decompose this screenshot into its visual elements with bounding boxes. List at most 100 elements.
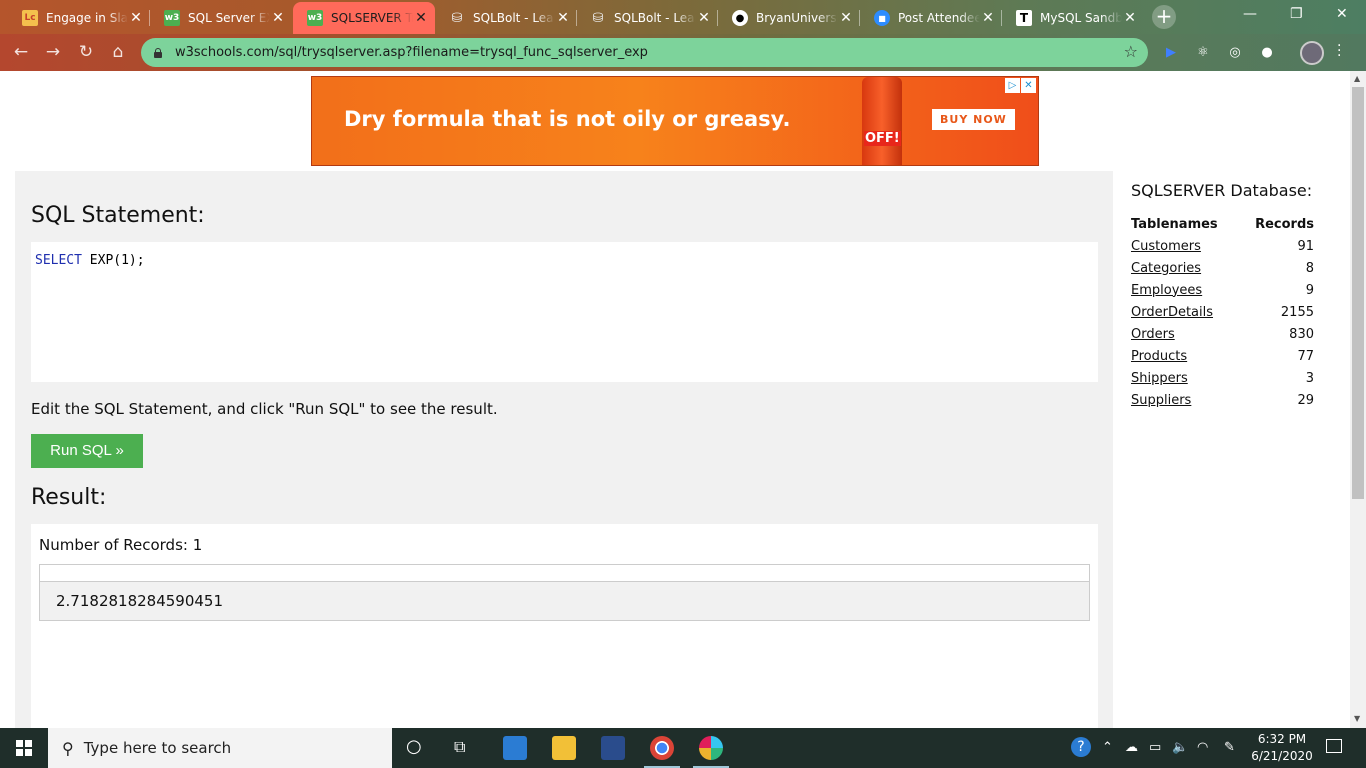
table-row: Categories 8 xyxy=(1131,257,1314,279)
table-row: Orders 830 xyxy=(1131,323,1314,345)
table-link-shippers[interactable]: Shippers xyxy=(1131,371,1188,386)
pen-icon[interactable]: ✎ xyxy=(1224,740,1235,755)
back-icon[interactable]: ← xyxy=(10,41,32,63)
table-row: Products 77 xyxy=(1131,345,1314,367)
camera-extension-icon[interactable]: ▶ xyxy=(1162,44,1180,62)
sql-editor[interactable]: SELECT EXP(1); xyxy=(31,242,1098,382)
new-tab-button[interactable]: + xyxy=(1152,5,1176,29)
close-icon[interactable]: ✕ xyxy=(696,10,712,26)
product-can-image: OFF! xyxy=(862,77,902,165)
clock-time: 6:32 PM xyxy=(1257,732,1307,746)
table-link-orderdetails[interactable]: OrderDetails xyxy=(1131,305,1213,320)
record-count-cell: 8 xyxy=(1305,260,1314,276)
file-explorer-icon[interactable] xyxy=(552,736,576,760)
w3schools-icon: w3 xyxy=(164,10,180,26)
url-text: w3schools.com/sql/trysqlserver.asp?filen… xyxy=(175,45,648,60)
close-icon[interactable]: ✕ xyxy=(1122,10,1138,26)
ad-banner[interactable]: Dry formula that is not oily or greasy. … xyxy=(311,76,1039,166)
tab-slack[interactable]: Lc Engage in Slack ✕ xyxy=(8,2,150,34)
system-clock[interactable]: 6:32 PM 6/21/2020 xyxy=(1250,731,1314,765)
taskbar-search[interactable]: ⚲ Type here to search xyxy=(48,728,392,768)
slack-taskbar-icon[interactable] xyxy=(693,736,729,768)
clock-date: 6/21/2020 xyxy=(1251,749,1313,763)
scrollbar-thumb[interactable] xyxy=(1352,87,1364,499)
tab-zoom[interactable]: ■ Post Attendee ✕ xyxy=(860,2,1002,34)
tablenames-header: Tablenames xyxy=(1131,216,1218,232)
chevron-up-icon[interactable]: ⌃ xyxy=(1102,740,1113,755)
mail-icon[interactable] xyxy=(503,736,527,760)
table-link-suppliers[interactable]: Suppliers xyxy=(1131,393,1191,408)
result-cell: 2.7182818284590451 xyxy=(39,581,1090,621)
table-row: OrderDetails 2155 xyxy=(1131,301,1314,323)
ssms-icon[interactable] xyxy=(601,736,625,760)
table-link-products[interactable]: Products xyxy=(1131,349,1187,364)
restore-icon[interactable]: ❐ xyxy=(1290,6,1303,22)
close-icon[interactable]: ✕ xyxy=(270,10,286,26)
table-link-employees[interactable]: Employees xyxy=(1131,283,1202,298)
start-button[interactable] xyxy=(0,728,48,768)
address-bar[interactable]: w3schools.com/sql/trysqlserver.asp?filen… xyxy=(141,38,1148,67)
close-icon[interactable]: ✕ xyxy=(413,10,429,26)
lock-icon[interactable] xyxy=(153,47,163,58)
close-icon[interactable]: ✕ xyxy=(980,10,996,26)
scroll-down-icon[interactable]: ▼ xyxy=(1354,714,1360,723)
chrome-icon[interactable] xyxy=(644,736,680,768)
w3schools-icon: w3 xyxy=(307,10,323,26)
notification-icon[interactable] xyxy=(1326,739,1342,753)
page-scrollbar[interactable]: ▲ ▼ xyxy=(1350,71,1366,728)
adchoices-icon[interactable]: ▷ xyxy=(1005,78,1020,93)
result-table: 2.7182818284590451 xyxy=(39,564,1090,621)
ad-buy-now-button[interactable]: BUY NOW xyxy=(932,109,1015,130)
task-view-icon[interactable]: ⧉ xyxy=(454,737,465,757)
instruction-text: Edit the SQL Statement, and click "Run S… xyxy=(31,400,498,418)
ad-close-icon[interactable]: ✕ xyxy=(1021,78,1036,93)
more-menu-icon[interactable]: · · · xyxy=(1337,39,1341,63)
scroll-up-icon[interactable]: ▲ xyxy=(1354,74,1360,83)
records-header: Records xyxy=(1255,216,1314,232)
extension-circle-icon[interactable]: ● xyxy=(1258,44,1276,62)
tab-sql-server-exp[interactable]: w3 SQL Server EXP ✕ xyxy=(150,2,292,34)
reload-icon[interactable]: ↻ xyxy=(75,41,97,63)
windows-taskbar: ⚲ Type here to search ○ ⧉ ? ⌃ ☁ ▭ 🔈 ◠ ✎ … xyxy=(0,728,1366,768)
forward-icon[interactable]: → xyxy=(42,41,64,63)
help-icon[interactable]: ? xyxy=(1071,737,1091,757)
close-icon[interactable]: ✕ xyxy=(555,10,571,26)
react-extension-icon[interactable]: ⚛ xyxy=(1194,44,1212,62)
search-icon: ⚲ xyxy=(62,738,74,758)
cortana-icon[interactable]: ○ xyxy=(406,736,422,757)
minimize-icon[interactable]: — xyxy=(1243,6,1257,22)
profile-avatar[interactable] xyxy=(1300,41,1324,65)
wifi-icon[interactable]: ◠ xyxy=(1197,740,1208,755)
tab-sqlserver-tryit[interactable]: w3 SQLSERVER Tryit ✕ xyxy=(293,2,435,34)
cloud-icon[interactable]: ☁ xyxy=(1125,740,1138,755)
search-placeholder: Type here to search xyxy=(83,739,232,757)
record-count-cell: 830 xyxy=(1289,326,1314,342)
tab-sqlbolt-2[interactable]: ⛁ SQLBolt - Learn ✕ xyxy=(576,2,718,34)
record-count-cell: 91 xyxy=(1297,238,1314,254)
record-count-cell: 77 xyxy=(1297,348,1314,364)
ad-choices[interactable]: ▷ ✕ xyxy=(1005,78,1036,93)
sql-keyword: SELECT xyxy=(35,253,82,268)
target-extension-icon[interactable]: ◎ xyxy=(1226,44,1244,62)
bookmark-star-icon[interactable]: ☆ xyxy=(1124,42,1138,61)
tab-sqlbolt-1[interactable]: ⛁ SQLBolt - Learn ✕ xyxy=(435,2,577,34)
home-icon[interactable]: ⌂ xyxy=(107,41,129,63)
battery-icon[interactable]: ▭ xyxy=(1149,740,1161,755)
close-icon[interactable]: ✕ xyxy=(838,10,854,26)
sql-code[interactable]: SELECT EXP(1); xyxy=(35,253,145,268)
table-link-categories[interactable]: Categories xyxy=(1131,261,1201,276)
page-content: Dry formula that is not oily or greasy. … xyxy=(0,71,1350,728)
run-sql-button[interactable]: Run SQL » xyxy=(31,434,143,468)
result-column-header xyxy=(39,564,1090,582)
volume-icon[interactable]: 🔈 xyxy=(1172,740,1188,755)
close-icon[interactable]: ✕ xyxy=(128,10,144,26)
tab-github[interactable]: ● BryanUniversity ✕ xyxy=(718,2,860,34)
sql-code-rest: EXP(1); xyxy=(81,253,145,268)
window-close-icon[interactable]: ✕ xyxy=(1336,6,1348,22)
table-row: Customers 91 xyxy=(1131,235,1314,257)
table-link-customers[interactable]: Customers xyxy=(1131,239,1201,254)
table-link-orders[interactable]: Orders xyxy=(1131,327,1175,342)
tab-strip: Lc Engage in Slack ✕ w3 SQL Server EXP ✕… xyxy=(0,0,1366,34)
tab-mysql-sandbox[interactable]: T MySQL Sandbox ✕ xyxy=(1002,2,1144,34)
result-panel: Number of Records: 1 2.7182818284590451 xyxy=(31,524,1098,728)
